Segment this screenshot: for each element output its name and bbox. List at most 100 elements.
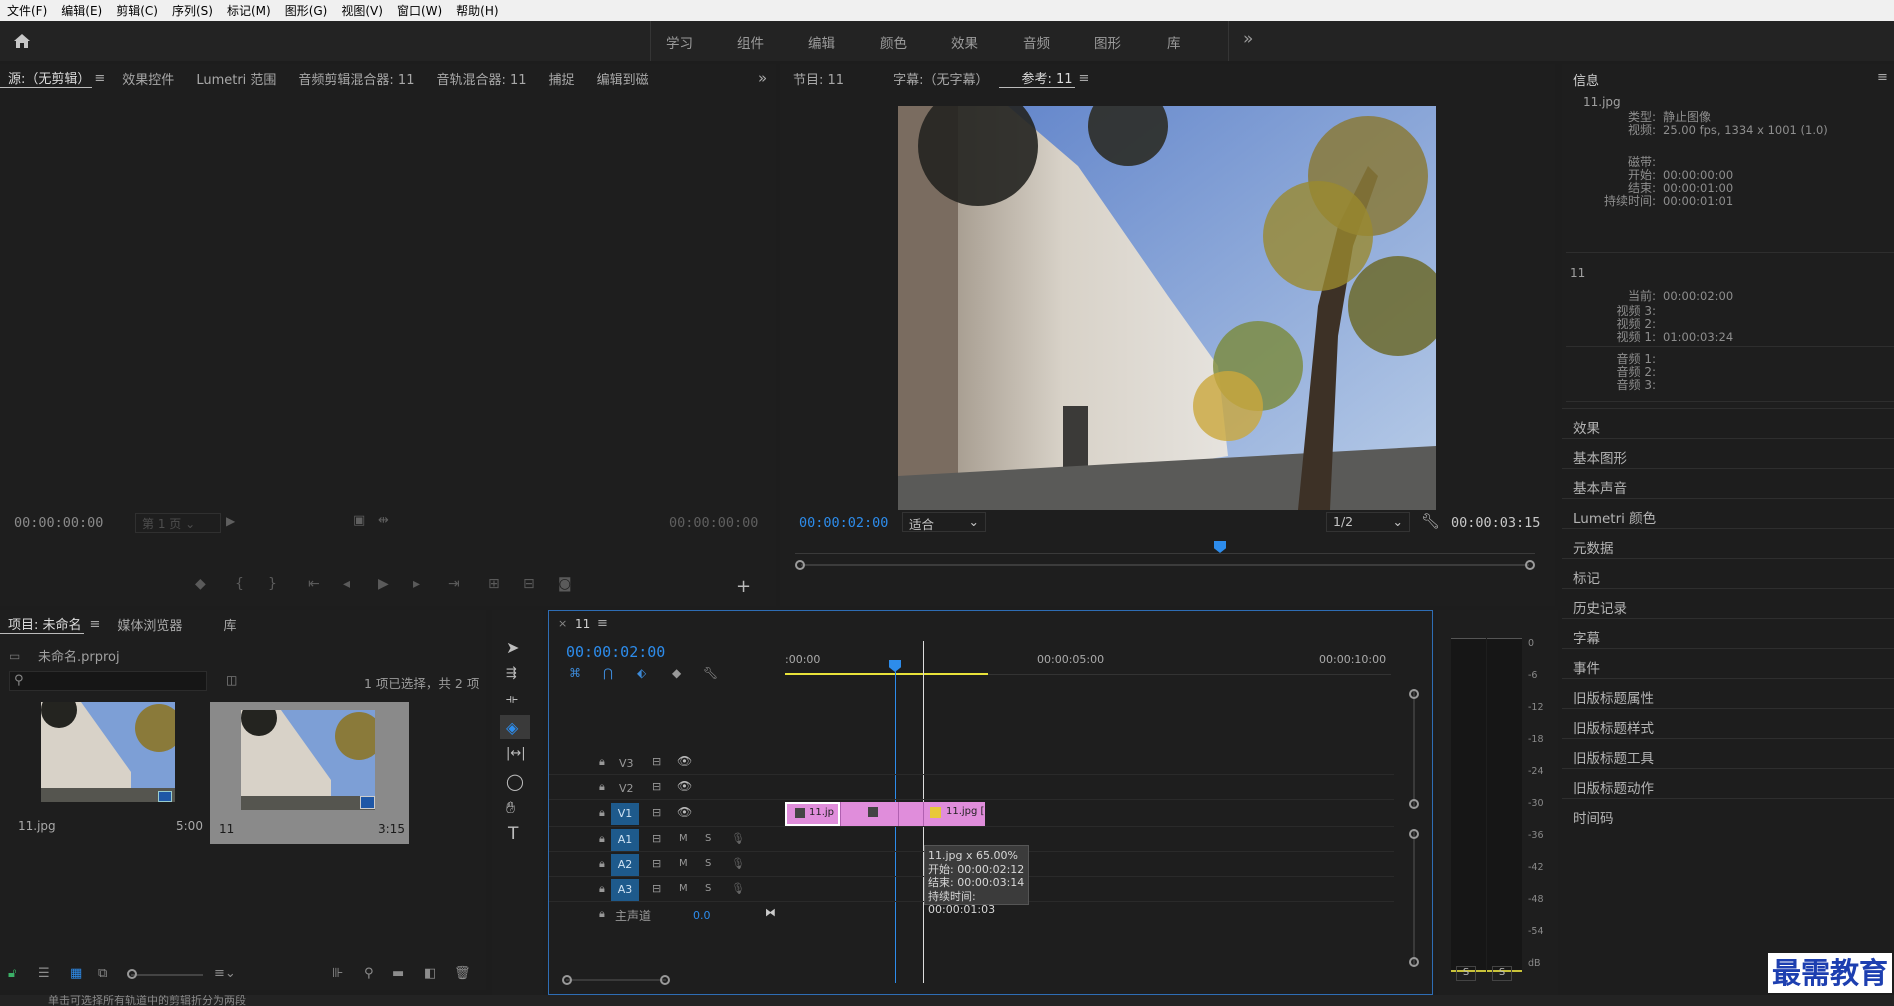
lock-icon[interactable]: 🔒︎ xyxy=(599,882,605,896)
hand-tool-icon[interactable]: ✋︎ xyxy=(506,798,515,818)
workspace-editing[interactable]: 编辑 xyxy=(808,32,835,52)
workspace-effects[interactable]: 效果 xyxy=(951,32,978,52)
lock-icon[interactable]: 🔒︎ xyxy=(599,755,605,769)
playhead-marker[interactable] xyxy=(1214,541,1226,553)
close-icon[interactable]: × xyxy=(558,617,567,630)
program-zoom-scrollbar[interactable] xyxy=(795,559,1535,571)
solo-button[interactable]: S xyxy=(705,858,711,869)
lock-icon[interactable]: 🔒︎ xyxy=(599,832,605,846)
icon-view-icon[interactable]: ▦ xyxy=(70,966,82,981)
tab-media-browser[interactable]: 媒体浏览器 xyxy=(106,615,193,634)
add-button-icon[interactable]: + xyxy=(736,576,751,597)
tab-captions[interactable]: 字幕:（无字幕） xyxy=(855,69,999,88)
trash-icon[interactable]: 🗑︎ xyxy=(454,966,471,981)
menu-window[interactable]: 窗口(W) xyxy=(390,2,449,19)
tab-menu-icon[interactable]: ≡ xyxy=(597,616,608,631)
panel-legacy-title-tools[interactable]: 旧版标题工具 xyxy=(1562,738,1894,768)
new-item-icon[interactable]: ◧ xyxy=(424,966,436,981)
lock-icon[interactable]: 🔒︎ xyxy=(599,907,605,921)
tab-capture[interactable]: 捕捉 xyxy=(538,69,586,88)
freeform-view-icon[interactable]: ⧉ xyxy=(98,966,107,981)
sync-lock-icon[interactable]: ⊟ xyxy=(652,806,661,819)
find-icon[interactable]: ⚲ xyxy=(364,966,374,981)
mute-button[interactable]: M xyxy=(679,833,688,844)
lock-icon[interactable]: 🔒︎ xyxy=(599,806,605,820)
tab-menu-icon[interactable]: ≡ xyxy=(1877,70,1888,85)
menu-clip[interactable]: 剪辑(C) xyxy=(109,2,165,19)
horizontal-scrollbar[interactable] xyxy=(562,975,670,985)
vertical-scrollbar-video[interactable] xyxy=(1409,689,1419,809)
mic-icon[interactable]: 🎙︎ xyxy=(731,857,745,870)
sequence-tab[interactable]: 11 xyxy=(575,617,590,631)
tab-program[interactable]: 节目: 11 xyxy=(780,69,855,88)
menu-help[interactable]: 帮助(H) xyxy=(449,2,505,19)
solo-button[interactable]: S xyxy=(1456,966,1476,981)
tab-menu-icon[interactable]: ≡ xyxy=(1075,71,1094,86)
settings-small-icon[interactable]: ▣ xyxy=(353,513,365,528)
master-volume[interactable]: 0.0 xyxy=(693,909,711,922)
clip[interactable]: 11.jp xyxy=(785,802,840,826)
eye-icon[interactable]: 👁︎ xyxy=(677,779,692,793)
slip-tool-icon[interactable]: |↔| xyxy=(506,746,526,761)
clip[interactable]: 11.jpg [ xyxy=(923,802,985,826)
marker-icon[interactable]: ◆ xyxy=(195,576,206,592)
automate-icon[interactable]: ⊪ xyxy=(332,966,343,981)
workspace-learn[interactable]: 学习 xyxy=(666,32,693,52)
panel-overflow-icon[interactable]: » xyxy=(758,69,767,87)
overwrite-icon[interactable]: ⊟ xyxy=(523,576,535,592)
track-target-a3[interactable]: A3 xyxy=(611,879,639,901)
lock-icon[interactable]: 🔒︎ xyxy=(599,857,605,871)
panel-essential-sound[interactable]: 基本声音 xyxy=(1562,468,1894,498)
sync-lock-icon[interactable]: ⊟ xyxy=(652,832,661,845)
lock-icon[interactable]: 🔒︎ xyxy=(599,780,605,794)
mark-out-icon[interactable]: } xyxy=(268,576,277,592)
insert-icon[interactable]: ⊞ xyxy=(488,576,500,592)
panel-captions[interactable]: 字幕 xyxy=(1562,618,1894,648)
panel-legacy-title-styles[interactable]: 旧版标题样式 xyxy=(1562,708,1894,738)
tab-audio-track-mixer[interactable]: 音轨混合器: 11 xyxy=(425,69,537,88)
nest-icon[interactable]: ⌘ xyxy=(569,666,581,680)
tab-menu-icon[interactable]: ≡ xyxy=(84,617,107,632)
panel-markers[interactable]: 标记 xyxy=(1562,558,1894,588)
menu-sequence[interactable]: 序列(S) xyxy=(165,2,220,19)
workspace-color[interactable]: 颜色 xyxy=(880,32,907,52)
selection-tool-icon[interactable]: ➤ xyxy=(506,638,519,657)
workspace-assembly[interactable]: 组件 xyxy=(737,32,764,52)
panel-legacy-title-actions[interactable]: 旧版标题动作 xyxy=(1562,768,1894,798)
panel-timecode[interactable]: 时间码 xyxy=(1562,798,1894,828)
sync-lock-icon[interactable]: ⊟ xyxy=(652,780,661,793)
type-tool-icon[interactable]: T xyxy=(508,824,518,844)
tab-project[interactable]: 项目: 未命名 xyxy=(0,614,84,634)
project-item-selected[interactable]: 11 3:15 xyxy=(210,702,409,844)
timeline-ruler[interactable]: :00:00 00:00:05:00 00:00:10:00 xyxy=(785,641,1391,675)
menu-view[interactable]: 视图(V) xyxy=(334,2,390,19)
export-frame-icon[interactable]: ◙ xyxy=(558,576,572,592)
menu-edit[interactable]: 编辑(E) xyxy=(54,2,109,19)
sync-lock-icon[interactable]: ⊟ xyxy=(652,882,661,895)
panel-essential-graphics[interactable]: 基本图形 xyxy=(1562,438,1894,468)
track-select-tool-icon[interactable]: ⇶ xyxy=(506,666,517,681)
tab-source[interactable]: 源:（无剪辑） xyxy=(0,68,93,88)
tab-reference[interactable]: 参考: 11 xyxy=(999,68,1075,88)
track-target-a1[interactable]: A1 xyxy=(611,829,639,851)
menu-file[interactable]: 文件(F) xyxy=(0,2,54,19)
step-forward-icon[interactable]: ▸ xyxy=(413,576,420,592)
go-to-out-icon[interactable]: ⇥ xyxy=(448,576,460,592)
resolution-select[interactable]: 1/2 ⌄ xyxy=(1326,512,1410,532)
project-item[interactable]: 11.jpg 5:00 xyxy=(8,702,208,838)
zoom-slider[interactable] xyxy=(127,969,203,979)
step-back-icon[interactable]: ◂ xyxy=(343,576,350,592)
snap-icon[interactable]: ⋂ xyxy=(603,666,613,680)
sync-lock-icon[interactable]: ⊟ xyxy=(652,857,661,870)
program-playhead-timecode[interactable]: 00:00:02:00 xyxy=(799,515,888,531)
mic-icon[interactable]: 🎙︎ xyxy=(731,882,745,895)
ellipse-tool-icon[interactable]: ◯ xyxy=(506,772,524,791)
track-target-v1[interactable]: V1 xyxy=(611,803,639,825)
workspace-graphics[interactable]: 图形 xyxy=(1094,32,1121,52)
clip[interactable] xyxy=(840,802,898,826)
play-icon[interactable]: ▶ xyxy=(378,576,389,592)
go-to-in-icon[interactable]: ⇤ xyxy=(308,576,320,592)
panel-history[interactable]: 历史记录 xyxy=(1562,588,1894,618)
track-target-a2[interactable]: A2 xyxy=(611,854,639,876)
solo-button[interactable]: S xyxy=(1492,966,1512,981)
